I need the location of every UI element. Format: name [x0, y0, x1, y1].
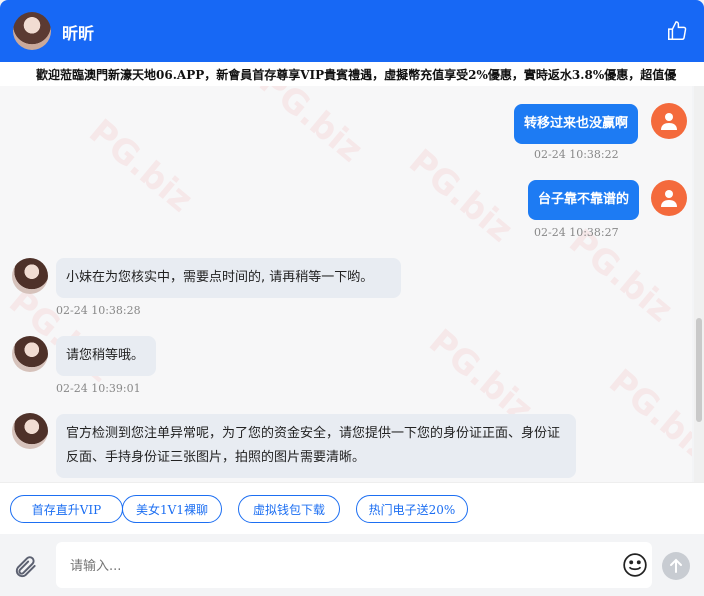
message-input[interactable] [68, 554, 612, 578]
quick-reply-button[interactable]: 美女1V1裸聊 [122, 495, 222, 523]
message-input-box [56, 542, 652, 588]
paperclip-icon[interactable] [13, 554, 39, 580]
thumbs-up-icon[interactable] [666, 20, 688, 42]
watermark: PG.biz [81, 111, 201, 221]
user-avatar [651, 180, 687, 216]
agent-message-bubble: 小妹在为您核实中，需要点时间的, 请再稍等一下哟。 [56, 258, 401, 298]
message-text: 官方检测到您注单异常呢，为了您的资金安全，请您提供一下您的身份证正面、身份证反面… [66, 426, 561, 465]
quick-reply-button[interactable]: 热门电子送20% [356, 495, 468, 523]
message-timestamp: 02-24 10:38:22 [534, 148, 619, 161]
agent-avatar [12, 336, 48, 372]
message-text: 小妹在为您核实中，需要点时间的, 请再稍等一下哟。 [66, 270, 374, 285]
agent-avatar [12, 258, 48, 294]
message-timestamp: 02-24 10:39:01 [56, 382, 141, 395]
message-timestamp: 02-24 10:38:27 [534, 226, 619, 239]
agent-avatar [12, 413, 48, 449]
announcement-marquee: 歡迎蒞臨澳門新濠天地06.APP，新會員首存尊享VIP貴賓禮遇，虛擬幣充值享受2… [0, 62, 704, 86]
user-message-bubble: 台子靠不靠谱的 [528, 180, 640, 220]
chat-header: 昕昕 [0, 0, 704, 62]
watermark: PG.biz [251, 86, 371, 171]
quick-reply-button[interactable]: 首存直升VIP [10, 495, 123, 523]
message-timestamp: 02-24 10:38:28 [56, 304, 141, 317]
watermark: PG.biz [401, 141, 521, 251]
send-arrow-icon [670, 558, 682, 573]
message-text: 请您稍等哦。 [66, 348, 145, 363]
chat-scrollbar[interactable] [694, 86, 704, 482]
agent-message-bubble: 请您稍等哦。 [56, 336, 156, 376]
message-text: 转移过来也没赢啊 [524, 116, 629, 131]
message-list[interactable]: PG.biz PG.biz PG.biz PG.biz PG.biz PG.bi… [0, 86, 692, 482]
composer-bar [0, 534, 704, 596]
agent-message-bubble: 官方检测到您注单异常呢，为了您的资金安全，请您提供一下您的身份证正面、身份证反面… [56, 414, 576, 478]
scrollbar-thumb[interactable] [696, 318, 702, 422]
agent-avatar [13, 12, 51, 50]
smiley-icon[interactable] [622, 552, 648, 578]
user-message-bubble: 转移过来也没赢啊 [514, 104, 639, 144]
send-button[interactable] [662, 552, 690, 580]
message-text: 台子靠不靠谱的 [538, 192, 630, 207]
announcement-text: 歡迎蒞臨澳門新濠天地06.APP，新會員首存尊享VIP貴賓禮遇，虛擬幣充值享受2… [36, 68, 677, 82]
user-avatar [651, 103, 687, 139]
quick-reply-button[interactable]: 虚拟钱包下载 [238, 495, 340, 523]
agent-name: 昕昕 [62, 24, 95, 43]
quick-replies-bar: 首存直升VIP 美女1V1裸聊 虚拟钱包下载 热门电子送20% [0, 482, 704, 535]
watermark: PG.biz [601, 361, 692, 471]
